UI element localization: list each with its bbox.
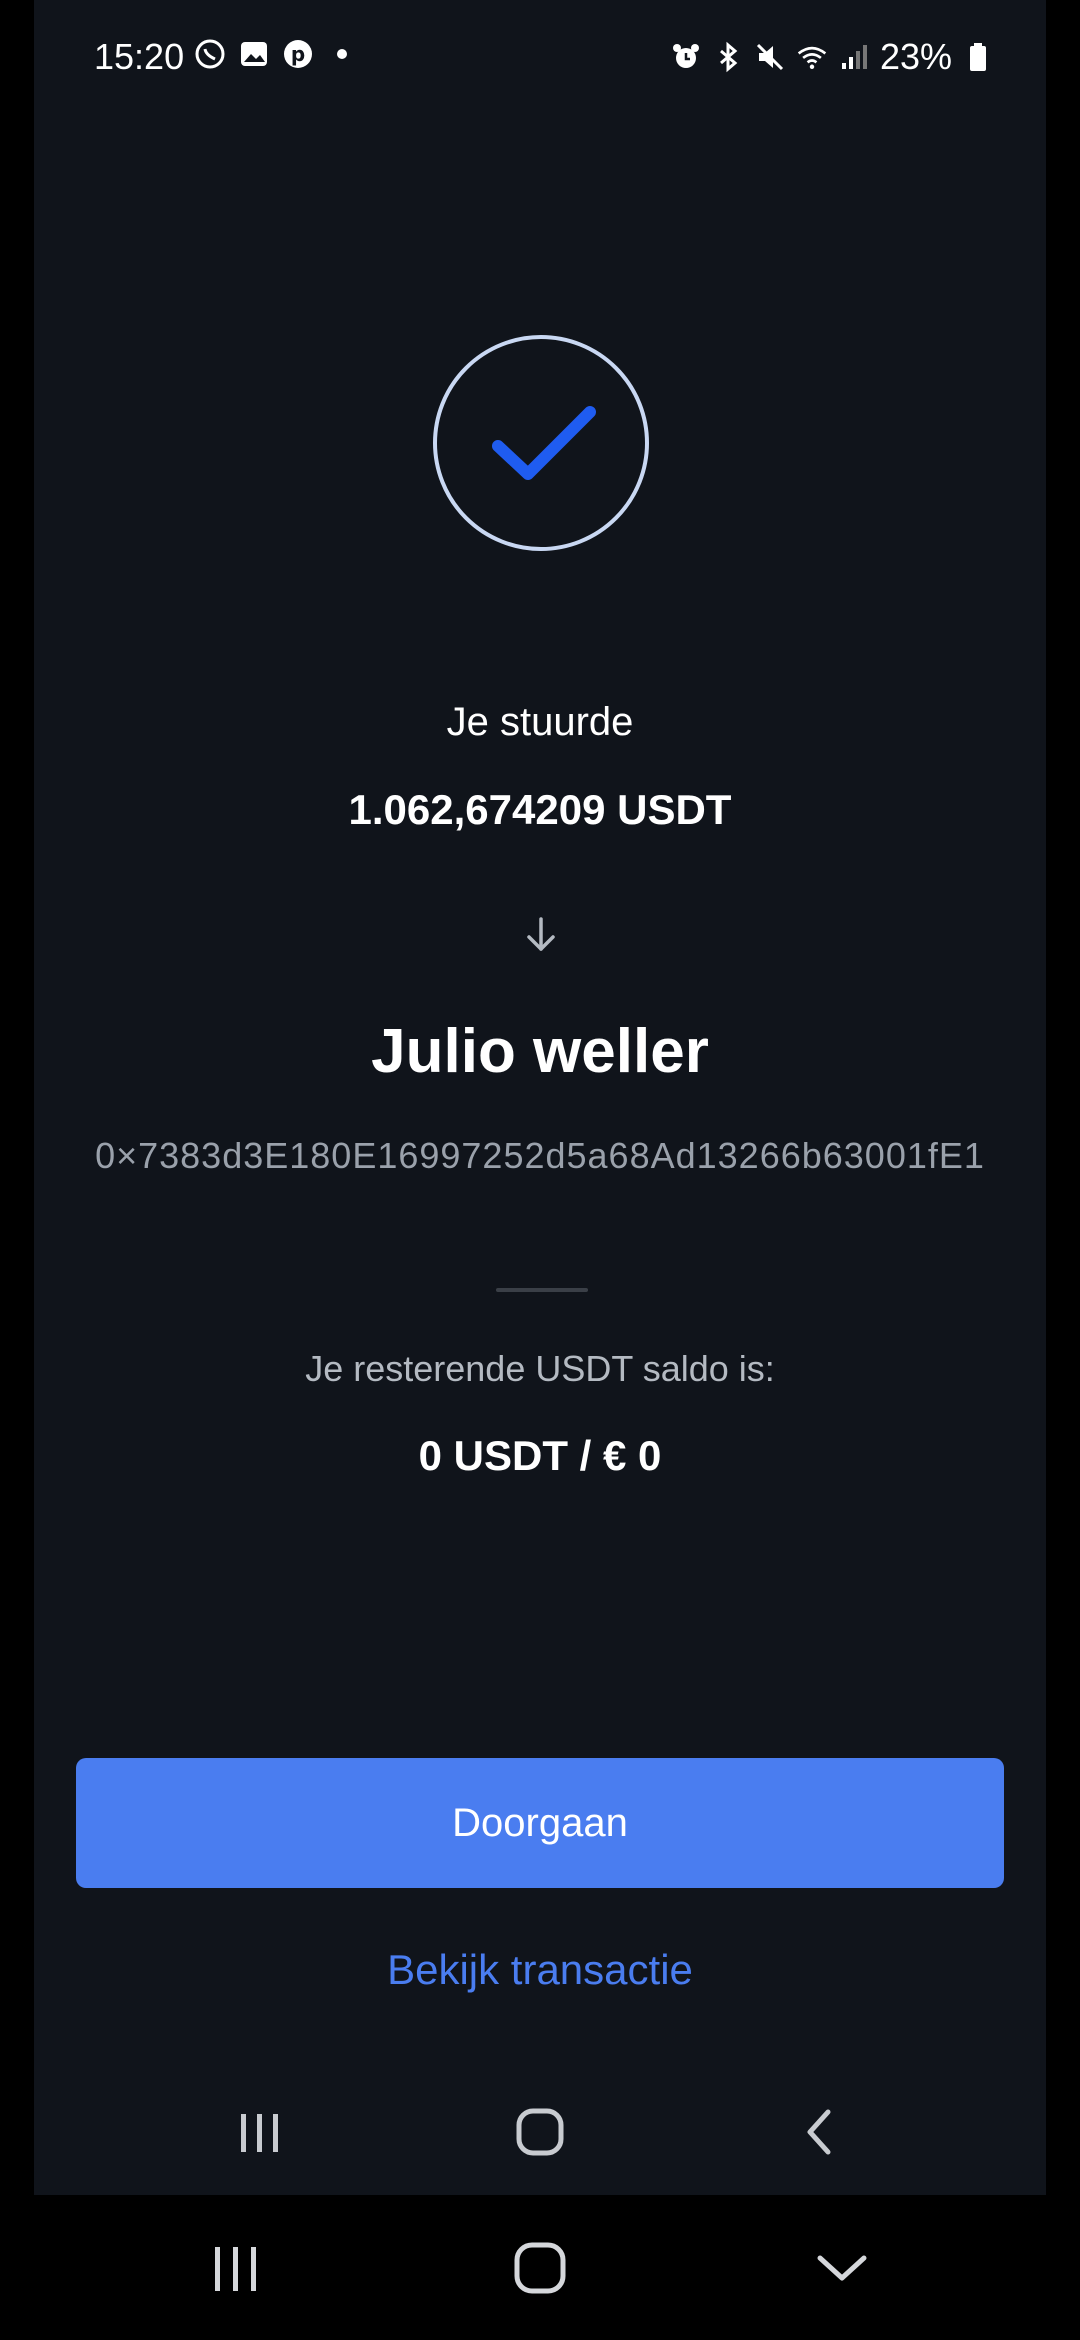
arrow-down-icon: [527, 917, 555, 951]
whatsapp-icon: [194, 38, 226, 70]
recipient-name: Julio weller: [371, 1017, 709, 1086]
app-navigation-bar: [34, 2092, 1046, 2172]
alarm-icon: [670, 41, 702, 73]
home-icon: [516, 2108, 564, 2156]
recipient-address: 0×7383d3E180E16997252d5a68Ad13266b63001f…: [95, 1135, 985, 1176]
sent-label: Je stuurde: [446, 700, 634, 744]
gallery-icon: [238, 38, 270, 70]
sent-amount: 1.062,674209 USDT: [348, 786, 732, 833]
wifi-icon: [796, 41, 828, 73]
svg-text:p: p: [291, 42, 305, 66]
recent-apps-icon: [241, 2114, 278, 2152]
view-transaction-link[interactable]: Bekijk transactie: [34, 1946, 1046, 1994]
balance-label: Je resterende USDT saldo is:: [305, 1348, 775, 1389]
continue-button[interactable]: Doorgaan: [76, 1758, 1004, 1888]
back-button[interactable]: [790, 2102, 850, 2162]
status-time: 15:20: [94, 36, 185, 77]
signal-icon: [838, 41, 870, 73]
battery-percent: 23%: [879, 36, 952, 77]
recent-apps-button[interactable]: [230, 2102, 290, 2162]
bluetooth-icon: [712, 41, 744, 73]
home-icon: [514, 2242, 566, 2294]
dot-icon: [326, 38, 358, 70]
balance-value: 0 USDT / € 0: [418, 1432, 662, 1479]
app-screen: 15:20 p 23% Je stuurde 1.062,674209 USDT…: [34, 0, 1046, 2195]
home-button[interactable]: [510, 2102, 570, 2162]
pinterest-icon: p: [282, 38, 314, 70]
success-check-icon: [433, 335, 649, 551]
divider: [496, 1288, 588, 1292]
battery-icon: [962, 41, 994, 73]
notification-icons: p: [194, 38, 358, 70]
system-home-button[interactable]: [510, 2238, 570, 2298]
system-recent-apps-button[interactable]: [206, 2238, 266, 2298]
back-icon: [807, 2109, 831, 2155]
mute-icon: [754, 41, 786, 73]
status-bar: 15:20 p 23%: [34, 30, 1046, 90]
system-collapse-button[interactable]: [812, 2238, 872, 2298]
system-navigation-bar: [0, 2220, 1080, 2320]
chevron-down-icon: [817, 2255, 867, 2281]
system-status: 23%: [670, 36, 994, 78]
recent-apps-icon: [215, 2247, 256, 2291]
